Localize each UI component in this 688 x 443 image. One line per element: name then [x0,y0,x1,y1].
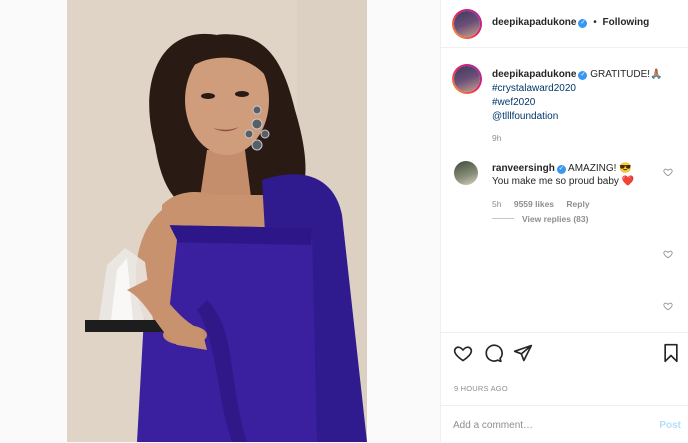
post-timestamp[interactable]: 9 HOURS AGO [454,384,508,393]
comment-text-line1: AMAZING! 😎 [568,163,632,174]
comment-icon[interactable] [483,343,503,363]
comment-username[interactable]: ranveersingh [492,163,555,174]
comment-like-heart-icon[interactable] [663,249,673,259]
caption-text: GRATITUDE!🙏🏽 [590,69,663,80]
action-bar [441,332,688,371]
divider [492,218,514,219]
profile-avatar[interactable] [452,9,482,39]
add-comment-bar: Post [441,405,688,443]
commenter-avatar[interactable] [454,161,478,185]
add-comment-input[interactable] [453,416,633,434]
bookmark-icon[interactable] [661,343,681,363]
following-button[interactable]: Following [603,17,650,28]
reply-button[interactable]: Reply [566,199,589,209]
post-comment-button[interactable]: Post [659,420,681,431]
post-photo[interactable] [67,0,367,442]
verified-icon: ✓ [578,19,588,28]
header-row: deepikapadukone ✓ • Following [492,17,649,28]
comment: ranveersingh ✓ AMAZING! 😎 You make me so … [492,162,657,188]
mention-link[interactable]: @tlllfoundation [492,110,682,124]
share-icon[interactable] [513,343,533,363]
caption-time[interactable]: 9h [492,133,501,143]
verified-icon: ✓ [578,71,588,80]
view-replies-button[interactable]: View replies (83) [492,214,588,224]
caption: deepikapadukone ✓ GRATITUDE!🙏🏽 #crystalaw… [492,68,682,124]
comment-text-line2: You make me so proud baby ❤️ [492,176,635,187]
post-image-illustration [67,0,367,442]
comment-like-heart-icon[interactable] [663,301,673,311]
caption-username[interactable]: deepikapadukone [492,69,576,80]
heart-icon[interactable] [453,343,473,363]
caption-avatar[interactable] [452,64,482,94]
post-sidebar: deepikapadukone ✓ • Following deepikapadu… [440,0,688,442]
hashtag-link[interactable]: #crystalaward2020 [492,82,682,96]
separator-dot: • [593,17,597,28]
view-replies-label: View replies (83) [522,214,589,224]
comment-time[interactable]: 5h [492,199,501,209]
post-header: deepikapadukone ✓ • Following [441,0,688,48]
verified-icon: ✓ [556,165,566,174]
profile-username[interactable]: deepikapadukone [492,17,576,28]
comment-like-heart-icon[interactable] [663,167,673,177]
comment-likes[interactable]: 9559 likes [514,199,554,209]
hashtag-link[interactable]: #wef2020 [492,96,682,110]
comment-meta: 5h 9559 likes Reply [492,199,600,209]
